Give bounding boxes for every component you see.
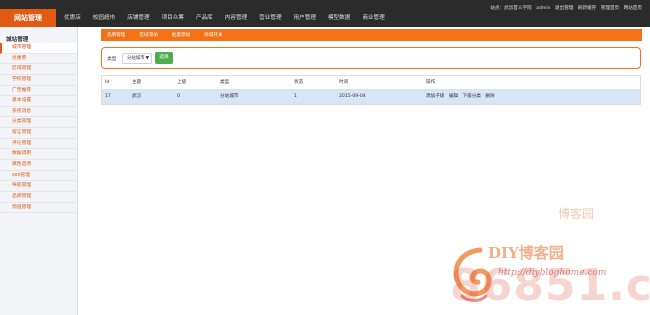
action-tabs: 品牌管理 区域添加 批量添加 商城开关: [101, 29, 642, 41]
topnav-item[interactable]: 项目众筹: [156, 13, 190, 23]
sidebar-item-seo[interactable]: seo管理: [0, 171, 77, 182]
header-parent: 上级: [177, 80, 187, 85]
topnav-item[interactable]: 内容管理: [219, 13, 253, 23]
edit-link[interactable]: 编辑: [449, 94, 458, 99]
sidebar-item-channel[interactable]: 频道管理: [0, 203, 77, 214]
topnav-item[interactable]: 商业管理: [356, 13, 390, 23]
table-header-row: Id 主题 上级 类型 状态 时间 操作: [102, 76, 640, 90]
header-type: 类型: [220, 80, 230, 85]
top-bar: 网站管理 优惠店 校园超市 店铺管理 项目众筹 产品库 内容管理 营业管理 用户…: [0, 0, 650, 27]
filter-bar: 类型 分站城市 ▼ 选择: [101, 47, 641, 69]
header-actions: 操作: [426, 80, 436, 85]
swirl-logo-icon: [453, 247, 492, 302]
header-subject: 主题: [132, 80, 142, 85]
add-child-link[interactable]: 添加子级: [426, 94, 444, 99]
sidebar-item-city[interactable]: 城市管理: [0, 43, 77, 54]
sidebar-item-category[interactable]: 分类管理: [0, 117, 77, 129]
type-select-value: 分站城市: [127, 56, 145, 61]
tab-brand-manage[interactable]: 品牌管理: [101, 32, 132, 38]
cell-status: 1: [294, 94, 297, 99]
delete-link[interactable]: 删除: [485, 94, 494, 99]
watermark-site-name: DIY博客园: [488, 244, 564, 262]
chevron-down-icon: ▼: [145, 56, 149, 61]
sidebar-item-area[interactable]: 区域管理: [0, 64, 77, 75]
sidebar-item-ads[interactable]: 广告推荐: [0, 86, 77, 97]
cell-id: 17: [105, 94, 111, 99]
topnav-item[interactable]: 营业管理: [253, 13, 287, 23]
sidebar-item-navigation[interactable]: 导航管理: [0, 181, 77, 192]
site-home-link[interactable]: 网站首页: [624, 6, 642, 11]
table-row: 17 武汉 0 分站城市 1 2015-09-04 添加子级 编辑 下级分类 删…: [102, 90, 640, 104]
sidebar-item-school[interactable]: 学校管理: [0, 75, 77, 86]
current-user: admin: [536, 6, 551, 11]
sidebar-item-settings[interactable]: 基本设置: [0, 96, 77, 107]
watermark-url: http://diybloghome.com: [498, 268, 607, 278]
sidebar-item-coupon[interactable]: 优惠券: [0, 54, 77, 65]
subcategory-link[interactable]: 下级分类: [463, 94, 481, 99]
topnav-item[interactable]: 优惠店: [58, 13, 87, 23]
sidebar-item-messages[interactable]: 系统消息: [0, 107, 77, 118]
header-status: 状态: [294, 80, 304, 85]
sidebar-menu: 城市管理 优惠券 区域管理 学校管理 广告推荐 基本设置 系统消息 分类管理 留…: [0, 43, 77, 214]
sidebar-item-brand[interactable]: 品牌管理: [0, 192, 77, 203]
type-select[interactable]: 分站城市 ▼: [122, 53, 152, 64]
sidebar-item-guestbook[interactable]: 留言管理: [0, 128, 77, 139]
cell-subject: 武汉: [132, 94, 142, 99]
cell-time: 2015-09-04: [339, 94, 366, 99]
tab-batch-add[interactable]: 批量添加: [165, 32, 197, 38]
watermark-domain: 86851.cn: [450, 260, 650, 311]
sidebar-item-data-call[interactable]: 数据调用: [0, 149, 77, 161]
topnav-item[interactable]: 店铺管理: [121, 13, 155, 23]
admin-home-link[interactable]: 管理首页: [601, 6, 619, 11]
tab-area-add[interactable]: 区域添加: [132, 32, 164, 38]
sidebar-item-attributes[interactable]: 属性选项: [0, 160, 77, 171]
watermark: 博客园 86851.cn DIY博客园 http://diybloghome.c…: [450, 200, 650, 315]
header-id: Id: [105, 80, 110, 85]
sidebar-title: 城站管理: [6, 37, 29, 43]
topnav-item[interactable]: 用户管理: [288, 13, 322, 23]
cell-actions: 添加子级 编辑 下级分类 删除: [426, 90, 498, 103]
top-right-links: 站点：武昌首义学院 admin 退出管理 刷新缓存 管理首页 网站首页: [487, 5, 642, 11]
topnav-item[interactable]: 模型数据: [322, 13, 356, 23]
sidebar: 城站管理 城市管理 优惠券 区域管理 学校管理 广告推荐 基本设置 系统消息 分…: [0, 27, 78, 315]
logout-link[interactable]: 退出管理: [555, 6, 573, 11]
refresh-cache-link[interactable]: 刷新缓存: [578, 6, 596, 11]
top-nav: 优惠店 校园超市 店铺管理 项目众筹 产品库 内容管理 营业管理 用户管理 模型…: [58, 13, 391, 23]
cell-type: 分站城市: [220, 94, 239, 99]
watermark-top-text: 博客园: [558, 207, 595, 221]
header-time: 时间: [339, 80, 349, 85]
app-logo[interactable]: 网站管理: [0, 9, 56, 27]
site-greeting: 站点：武昌首义学院: [490, 6, 532, 11]
city-table: Id 主题 上级 类型 状态 时间 操作 17 武汉 0 分站城市 1 2015…: [101, 75, 641, 105]
topnav-item[interactable]: 校园超市: [87, 13, 121, 23]
type-label: 类型: [107, 57, 117, 62]
select-button[interactable]: 选择: [155, 52, 173, 64]
tab-mall-switch[interactable]: 商城开关: [197, 32, 229, 38]
cell-parent: 0: [177, 94, 180, 99]
sidebar-item-comments[interactable]: 评论管理: [0, 139, 77, 150]
topnav-item[interactable]: 产品库: [190, 13, 219, 23]
